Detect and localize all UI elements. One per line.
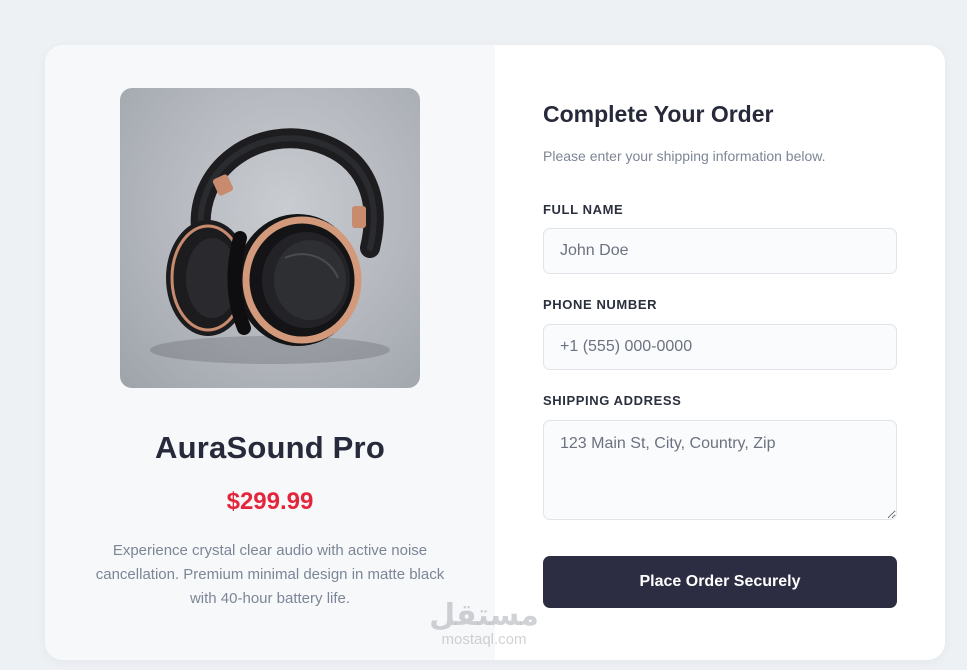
- full-name-input[interactable]: [543, 228, 897, 274]
- product-description: Experience crystal clear audio with acti…: [95, 542, 445, 607]
- shipping-address-label: SHIPPING ADDRESS: [543, 393, 682, 408]
- order-form: Complete Your Order Please enter your sh…: [495, 45, 945, 660]
- headphones-illustration: [150, 128, 390, 364]
- product-image: [120, 88, 420, 388]
- place-order-button[interactable]: Place Order Securely: [543, 556, 897, 608]
- form-subtitle: Please enter your shipping information b…: [543, 148, 826, 164]
- product-panel: AuraSound Pro $299.99 Experience crystal…: [45, 45, 495, 660]
- full-name-label: FULL NAME: [543, 202, 624, 217]
- order-card: AuraSound Pro $299.99 Experience crystal…: [45, 45, 945, 660]
- shipping-address-textarea[interactable]: [543, 420, 897, 520]
- product-name: AuraSound Pro: [155, 430, 385, 465]
- form-title: Complete Your Order: [543, 101, 774, 127]
- product-price: $299.99: [226, 488, 314, 515]
- phone-number-label: PHONE NUMBER: [543, 297, 658, 312]
- phone-number-input[interactable]: [543, 324, 897, 370]
